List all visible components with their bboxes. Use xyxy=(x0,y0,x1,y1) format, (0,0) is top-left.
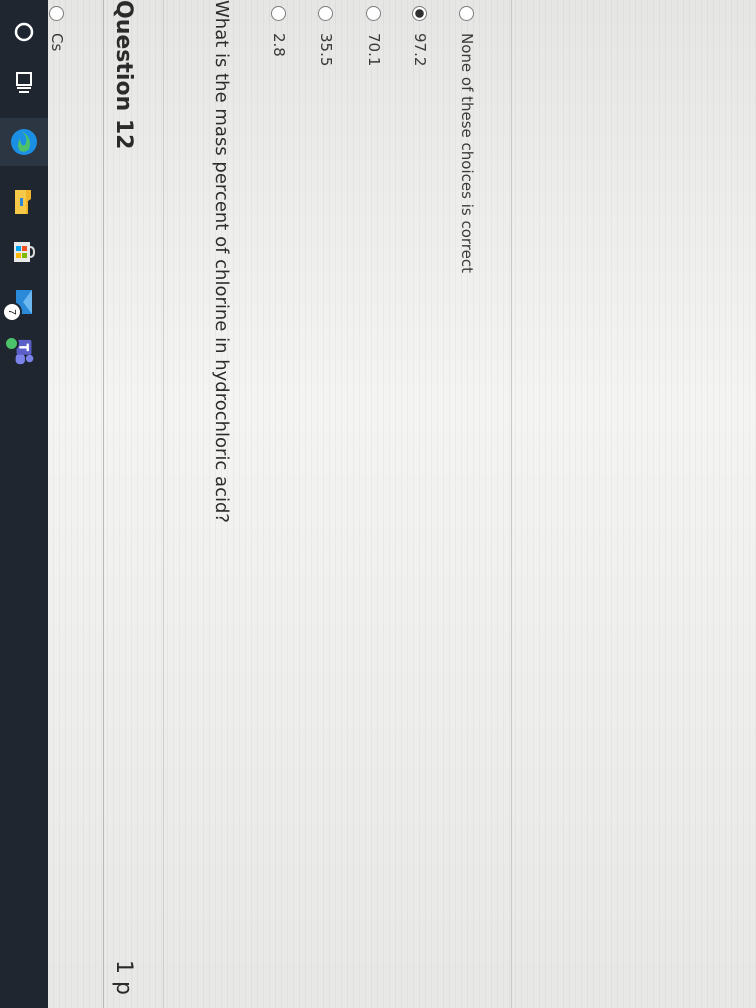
quiz-screen: Li Cs Question 12 1 p What is the mass p… xyxy=(0,0,756,1008)
section-divider xyxy=(511,0,512,1008)
answer-option[interactable]: 35.5 xyxy=(317,6,335,66)
option-cs-label: Cs xyxy=(48,33,66,52)
mail-badge: 7 xyxy=(2,302,22,322)
task-view-icon[interactable] xyxy=(10,68,38,96)
edge-browser-icon[interactable] xyxy=(0,118,48,166)
answer-label: 70.1 xyxy=(365,33,383,67)
file-explorer-icon[interactable] xyxy=(10,188,38,216)
search-icon[interactable] xyxy=(10,18,38,46)
mail-icon[interactable]: 7 xyxy=(2,288,38,322)
question-title: Question 12 xyxy=(111,0,136,150)
answer-radio[interactable] xyxy=(366,6,382,21)
question-prompt: What is the mass percent of chlorine in … xyxy=(211,0,232,523)
option-cs[interactable]: Cs xyxy=(48,6,66,51)
answer-radio[interactable] xyxy=(318,6,334,21)
teams-status-dot xyxy=(4,336,19,351)
answer-option[interactable]: 97.2 xyxy=(411,6,429,66)
answer-radio[interactable] xyxy=(459,6,475,21)
answer-option[interactable]: None of these choices is correct xyxy=(458,6,476,273)
answer-label: 35.5 xyxy=(317,33,335,67)
answer-radio[interactable] xyxy=(271,6,287,21)
answer-label: None of these choices is correct xyxy=(458,33,476,273)
answer-option[interactable]: 70.1 xyxy=(365,6,383,66)
question-points: 1 p xyxy=(111,960,136,995)
answer-label: 97.2 xyxy=(411,33,429,67)
teams-icon[interactable] xyxy=(4,336,38,366)
answer-radio-selected[interactable] xyxy=(412,6,428,21)
microsoft-store-icon[interactable] xyxy=(10,238,38,266)
taskbar: 7 xyxy=(0,0,48,1008)
radio-cs[interactable] xyxy=(49,6,65,21)
question-divider xyxy=(103,0,104,1008)
answer-label: 2.8 xyxy=(270,33,288,57)
header-divider xyxy=(163,0,164,1008)
answer-option[interactable]: 2.8 xyxy=(270,6,288,57)
